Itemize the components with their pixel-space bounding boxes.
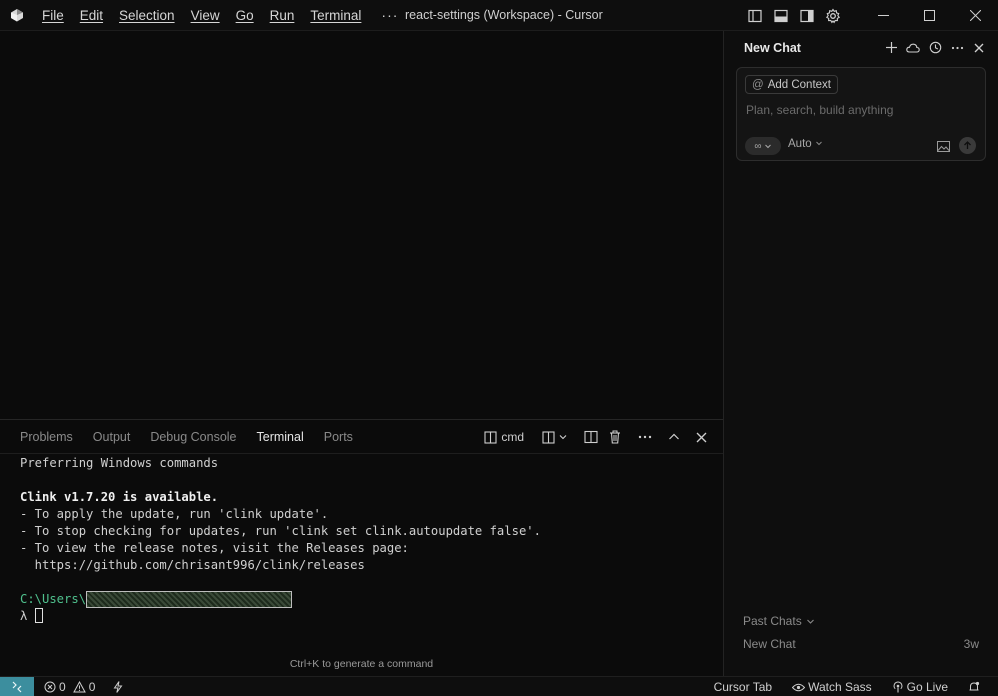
editor-area[interactable]: [0, 31, 723, 419]
tab-output[interactable]: Output: [83, 420, 141, 454]
error-icon: [44, 681, 56, 692]
chat-input-placeholder[interactable]: Plan, search, build anything: [746, 103, 893, 117]
tab-ports[interactable]: Ports: [314, 420, 363, 454]
maximize-icon[interactable]: [906, 0, 952, 31]
window-title: react-settings (Workspace) - Cursor: [405, 8, 603, 22]
infinity-icon: ∞: [754, 140, 762, 152]
eye-icon: [792, 683, 806, 691]
prompt-path-text: C:\Users\: [20, 592, 87, 606]
terminal-hint: Ctrl+K to generate a command: [289, 658, 434, 670]
close-panel-icon[interactable]: [692, 420, 711, 454]
remote-indicator-icon[interactable]: [0, 676, 34, 696]
menu-terminal[interactable]: Terminal: [302, 0, 369, 31]
problems-status[interactable]: 0 0: [40, 677, 99, 696]
warning-count: 0: [88, 679, 96, 694]
add-context-button[interactable]: @ Add Context: [745, 75, 838, 94]
terminal-input-line[interactable]: λ: [20, 608, 720, 625]
settings-gear-icon[interactable]: [820, 0, 846, 31]
panel-more-icon[interactable]: [634, 420, 656, 454]
go-live-status[interactable]: Go Live: [888, 677, 952, 696]
add-context-label: Add Context: [767, 78, 831, 91]
model-selector[interactable]: Auto: [788, 138, 823, 150]
history-icon[interactable]: [926, 31, 944, 64]
past-chats-label: Past Chats: [743, 614, 802, 628]
past-chat-item[interactable]: New Chat 3w: [743, 637, 979, 651]
close-window-icon[interactable]: [952, 0, 998, 31]
terminal-line: - To apply the update, run 'clink update…: [20, 507, 329, 521]
notifications-bell-icon[interactable]: [964, 677, 984, 696]
cursor-logo-icon[interactable]: [0, 0, 34, 31]
attach-image-icon[interactable]: [935, 138, 951, 154]
watch-sass-status[interactable]: Watch Sass: [788, 677, 876, 696]
terminal-line: - To stop checking for updates, run 'cli…: [20, 524, 541, 538]
new-terminal-dropdown[interactable]: [538, 420, 572, 454]
terminal-shell-selector[interactable]: cmd: [480, 420, 528, 454]
chat-title: New Chat: [744, 40, 801, 55]
go-live-label: Go Live: [906, 680, 948, 694]
broadcast-icon: [893, 681, 903, 693]
prompt-symbol: λ: [20, 609, 35, 623]
terminal-cursor: [34, 608, 43, 623]
terminal-line: Clink v1.7.20 is available.: [20, 490, 219, 504]
tab-terminal[interactable]: Terminal: [247, 420, 314, 454]
past-chat-age: 3w: [963, 637, 979, 651]
send-arrow-icon[interactable]: [959, 137, 976, 154]
split-terminal-icon[interactable]: [580, 420, 602, 454]
minimize-icon[interactable]: [860, 0, 906, 31]
menu-bar: File Edit Selection View Go Run Terminal…: [34, 0, 410, 31]
shell-label: cmd: [501, 430, 524, 444]
lightning-icon[interactable]: [109, 677, 127, 696]
toggle-primary-sidebar-icon[interactable]: [742, 0, 768, 31]
terminal-prompt-path: C:\Users\: [20, 591, 720, 608]
menu-selection[interactable]: Selection: [111, 0, 183, 31]
at-sign-icon: @: [752, 78, 764, 91]
close-chat-icon[interactable]: [970, 31, 988, 64]
model-label: Auto: [788, 138, 812, 150]
menu-view[interactable]: View: [183, 0, 228, 31]
past-chats-toggle[interactable]: Past Chats: [743, 614, 815, 628]
toggle-secondary-sidebar-icon[interactable]: [794, 0, 820, 31]
error-count: 0: [59, 679, 66, 694]
redacted-username: [86, 591, 293, 608]
cursor-tab-status[interactable]: Cursor Tab: [710, 677, 776, 696]
chat-composer[interactable]: @ Add Context Plan, search, build anythi…: [736, 67, 986, 161]
tab-problems[interactable]: Problems: [10, 420, 83, 454]
past-chat-title: New Chat: [743, 637, 796, 651]
title-bar: File Edit Selection View Go Run Terminal…: [0, 0, 998, 31]
terminal-line: Preferring Windows commands: [20, 456, 219, 470]
terminal-line: - To view the release notes, visit the R…: [20, 541, 409, 555]
chat-panel: New Chat @ Add Context Plan, search, bui…: [724, 31, 998, 676]
tab-debug-console[interactable]: Debug Console: [140, 420, 246, 454]
terminal-output[interactable]: Preferring Windows commands Clink v1.7.2…: [20, 455, 720, 625]
chat-more-icon[interactable]: [948, 31, 966, 64]
agent-mode-selector[interactable]: ∞: [745, 137, 781, 155]
toggle-panel-icon[interactable]: [768, 0, 794, 31]
cloud-icon[interactable]: [904, 31, 922, 64]
menu-file[interactable]: File: [34, 0, 72, 31]
terminal-line: https://github.com/chrisant996/clink/rel…: [20, 558, 365, 572]
menu-edit[interactable]: Edit: [72, 0, 111, 31]
menu-go[interactable]: Go: [228, 0, 262, 31]
status-bar: 0 0 Cursor Tab Watch Sass Go Live: [0, 676, 998, 696]
bottom-panel: Problems Output Debug Console Terminal P…: [0, 419, 723, 676]
maximize-panel-chevron-up-icon[interactable]: [664, 420, 684, 454]
terminal-icon: [484, 430, 497, 444]
kill-terminal-trash-icon[interactable]: [604, 420, 626, 454]
watch-sass-label: Watch Sass: [808, 680, 872, 694]
menu-run[interactable]: Run: [262, 0, 303, 31]
warning-icon: [72, 680, 86, 692]
new-chat-plus-icon[interactable]: [882, 31, 900, 64]
